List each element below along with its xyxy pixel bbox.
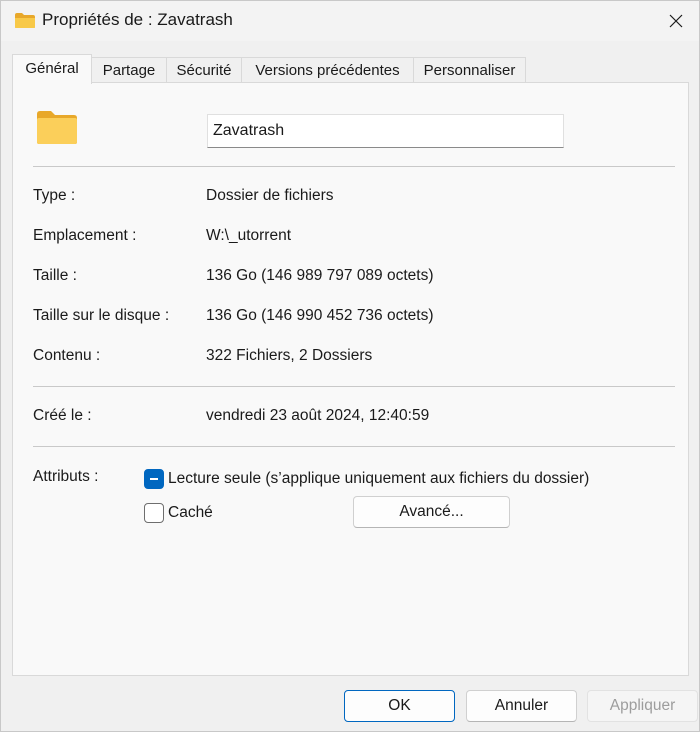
apply-button[interactable]: Appliquer — [587, 690, 698, 722]
close-icon — [669, 14, 683, 28]
separator — [33, 386, 675, 387]
properties-dialog: Propriétés de : Zavatrash Général Partag… — [0, 0, 700, 732]
type-value: Dossier de fichiers — [206, 187, 334, 204]
cancel-button[interactable]: Annuler — [466, 690, 577, 722]
contents-value: 322 Fichiers, 2 Dossiers — [206, 347, 373, 364]
folder-icon — [15, 13, 35, 28]
created-value: vendredi 23 août 2024, 12:40:59 — [206, 407, 430, 424]
location-label: Emplacement : — [33, 227, 137, 244]
size-label: Taille : — [33, 267, 77, 284]
tab-previous-versions[interactable]: Versions précédentes — [241, 57, 414, 83]
read-only-label[interactable]: Lecture seule (s’applique uniquement aux… — [168, 470, 589, 488]
window-title: Propriétés de : Zavatrash — [42, 10, 233, 29]
contents-label: Contenu : — [33, 347, 101, 364]
hidden-checkbox[interactable] — [144, 503, 164, 523]
close-button[interactable] — [653, 1, 699, 41]
size-value: 136 Go (146 989 797 089 octets) — [206, 267, 434, 284]
hidden-label[interactable]: Caché — [168, 504, 213, 522]
separator — [33, 166, 675, 167]
tab-security[interactable]: Sécurité — [166, 57, 242, 83]
size-on-disk-value: 136 Go (146 990 452 736 octets) — [206, 307, 434, 324]
folder-name-input[interactable] — [207, 114, 564, 148]
tab-customize[interactable]: Personnaliser — [413, 57, 526, 83]
ok-button[interactable]: OK — [344, 690, 455, 722]
location-value: W:\_utorrent — [206, 227, 292, 244]
type-label: Type : — [33, 187, 76, 204]
title-bar[interactable]: Propriétés de : Zavatrash — [1, 1, 699, 41]
tab-general[interactable]: Général — [12, 54, 92, 84]
separator — [33, 446, 675, 447]
advanced-button[interactable]: Avancé... — [353, 496, 510, 528]
attributes-label: Attributs : — [33, 468, 99, 485]
size-on-disk-label: Taille sur le disque : — [33, 307, 170, 324]
created-label: Créé le : — [33, 407, 92, 424]
general-panel: Type : Dossier de fichiers Emplacement :… — [12, 82, 689, 676]
folder-icon — [37, 111, 77, 144]
tab-sharing[interactable]: Partage — [91, 57, 167, 83]
read-only-checkbox[interactable] — [144, 469, 164, 489]
